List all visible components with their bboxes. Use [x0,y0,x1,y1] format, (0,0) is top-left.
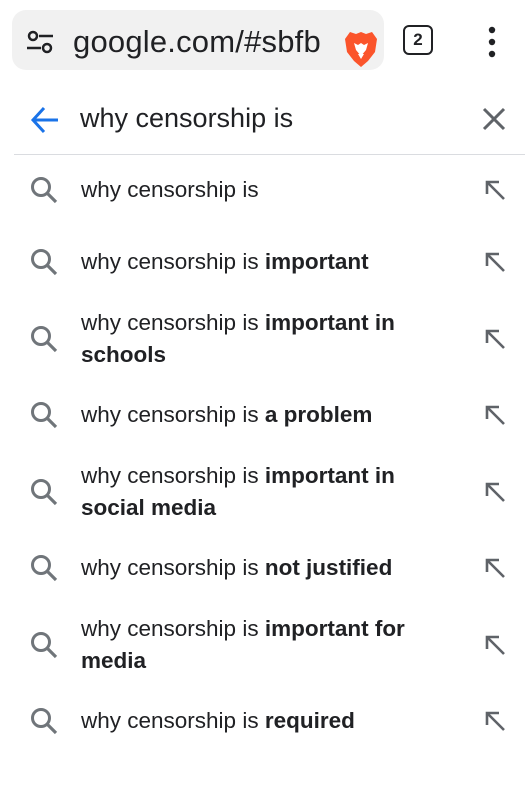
suggestion-completion: required [264,708,355,733]
suggestion-completion: important [264,249,369,274]
url-text[interactable]: google.com/#sbfb [73,24,331,60]
search-icon [31,177,58,204]
fill-query-arrow-icon[interactable] [484,179,506,201]
fill-query-arrow-icon[interactable] [484,328,506,350]
search-icon [31,708,58,735]
more-vert-icon[interactable] [485,25,499,59]
fill-query-arrow-icon[interactable] [484,251,506,273]
clear-icon[interactable] [481,106,507,132]
address-bar[interactable]: google.com/#sbfb [12,10,384,70]
suggestion-completion: not justified [264,555,393,580]
suggestion-item[interactable]: why censorship is important for media [0,613,525,677]
suggestion-prefix: why censorship is [81,177,259,202]
search-icon [31,632,58,659]
suggestion-prefix: why censorship is [81,616,265,641]
suggestion-prefix: why censorship is [81,402,265,427]
divider [14,154,525,155]
suggestion-text: why censorship is not justified [81,552,451,584]
tab-count: 2 [413,30,423,49]
suggestion-text: why censorship is important [81,246,451,278]
suggestion-item[interactable]: why censorship is important in schools [0,307,525,371]
tab-switcher-button[interactable]: 2 [403,25,433,55]
fill-query-arrow-icon[interactable] [484,404,506,426]
suggestion-prefix: why censorship is [81,310,265,335]
suggestion-prefix: why censorship is [81,555,265,580]
suggestion-prefix: why censorship is [81,463,265,488]
suggestion-item[interactable]: why censorship is important in social me… [0,460,525,524]
suggestion-text: why censorship is [81,174,451,206]
search-input[interactable]: why censorship is [80,103,293,134]
suggestion-completion: a problem [264,402,373,427]
suggestion-text: why censorship is a problem [81,399,451,431]
tune-icon[interactable] [26,30,54,54]
search-row: why censorship is [0,86,525,152]
search-icon [31,479,58,506]
fill-query-arrow-icon[interactable] [484,557,506,579]
search-icon [31,249,58,276]
fill-query-arrow-icon[interactable] [484,710,506,732]
suggestion-item[interactable]: why censorship is a problem [0,399,525,431]
search-icon [31,402,58,429]
search-icon [31,555,58,582]
suggestion-item[interactable]: why censorship is [0,174,525,206]
suggestion-text: why censorship is important in social me… [81,460,451,524]
back-arrow-icon[interactable] [30,106,60,134]
fill-query-arrow-icon[interactable] [484,634,506,656]
suggestion-text: why censorship is required [81,705,451,737]
search-icon [31,326,58,353]
suggestion-prefix: why censorship is [81,708,265,733]
suggestion-text: why censorship is important for media [81,613,451,677]
suggestion-prefix: why censorship is [81,249,265,274]
brave-lion-icon[interactable] [344,30,378,68]
suggestion-item[interactable]: why censorship is required [0,705,525,737]
suggestion-item[interactable]: why censorship is not justified [0,552,525,584]
suggestion-item[interactable]: why censorship is important [0,246,525,278]
suggestion-text: why censorship is important in schools [81,307,451,371]
fill-query-arrow-icon[interactable] [484,481,506,503]
